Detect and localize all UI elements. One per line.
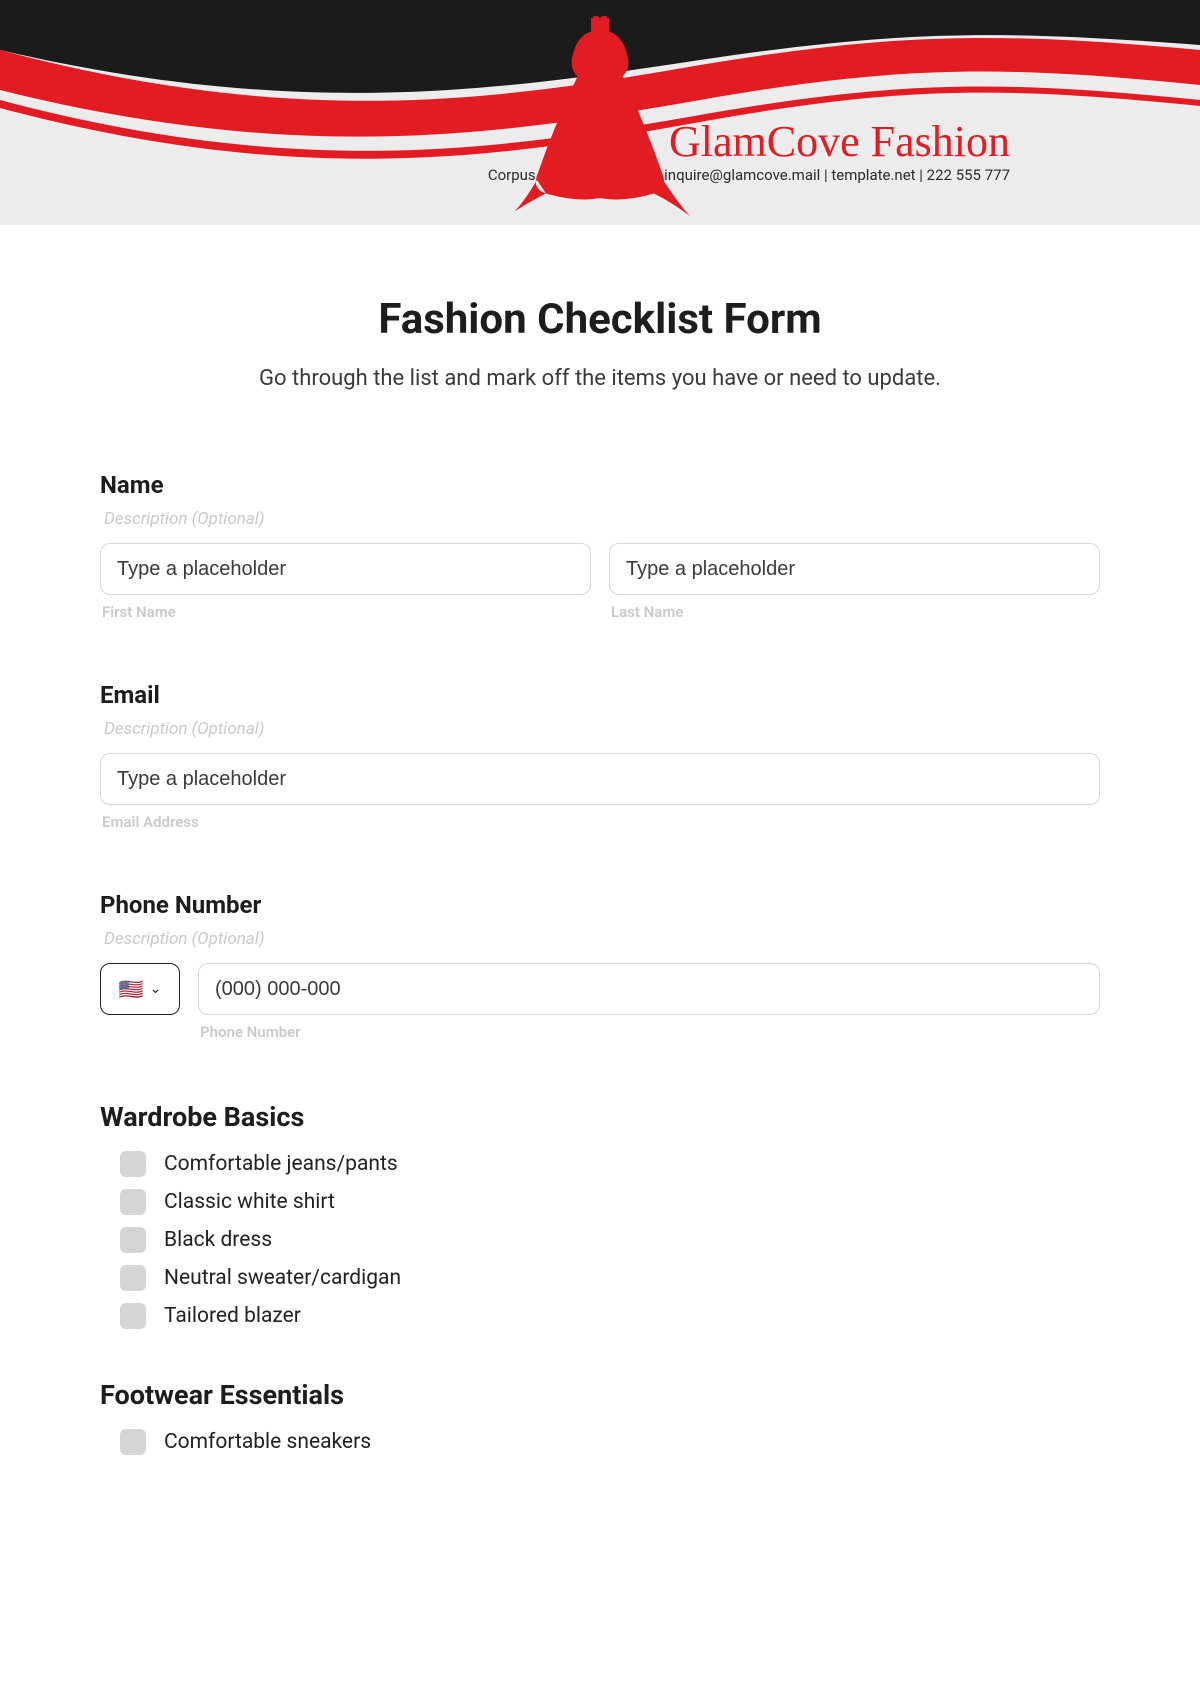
name-field-group: Name Description (Optional) First Name L… [100, 471, 1100, 621]
footwear-essentials-heading: Footwear Essentials [100, 1379, 1100, 1411]
name-description: Description (Optional) [100, 509, 1100, 529]
form-title: Fashion Checklist Form [100, 295, 1100, 344]
form-content: Fashion Checklist Form Go through the li… [0, 225, 1200, 1455]
checkbox-black-dress[interactable] [120, 1227, 146, 1253]
list-item: Black dress [120, 1227, 1100, 1253]
checkbox-label: Comfortable sneakers [164, 1430, 371, 1454]
list-item: Neutral sweater/cardigan [120, 1265, 1100, 1291]
email-input[interactable] [100, 753, 1100, 805]
phone-label: Phone Number [100, 891, 1100, 919]
wardrobe-basics-heading: Wardrobe Basics [100, 1101, 1100, 1133]
country-code-select[interactable]: 🇺🇸 ⌄ [100, 963, 180, 1015]
list-item: Comfortable sneakers [120, 1429, 1100, 1455]
list-item: Comfortable jeans/pants [120, 1151, 1100, 1177]
form-subtitle: Go through the list and mark off the ite… [100, 366, 1100, 391]
header-banner: GlamCove Fashion Corpus Christi, TX 7840… [0, 0, 1200, 225]
footwear-checklist: Comfortable sneakers [100, 1429, 1100, 1455]
checkbox-label: Tailored blazer [164, 1304, 301, 1328]
dress-logo-icon [0, 0, 1200, 225]
chevron-down-icon: ⌄ [150, 981, 162, 997]
last-name-sublabel: Last Name [609, 603, 1100, 621]
phone-description: Description (Optional) [100, 929, 1100, 949]
checkbox-blazer[interactable] [120, 1303, 146, 1329]
last-name-input[interactable] [609, 543, 1100, 595]
list-item: Classic white shirt [120, 1189, 1100, 1215]
email-sublabel: Email Address [100, 813, 1100, 831]
first-name-input[interactable] [100, 543, 591, 595]
wardrobe-checklist: Comfortable jeans/pants Classic white sh… [100, 1151, 1100, 1329]
checkbox-sweater[interactable] [120, 1265, 146, 1291]
list-item: Tailored blazer [120, 1303, 1100, 1329]
phone-number-input[interactable] [198, 963, 1100, 1015]
email-label: Email [100, 681, 1100, 709]
checkbox-label: Black dress [164, 1228, 272, 1252]
checkbox-sneakers[interactable] [120, 1429, 146, 1455]
phone-sublabel: Phone Number [198, 1023, 1100, 1041]
checkbox-jeans[interactable] [120, 1151, 146, 1177]
first-name-sublabel: First Name [100, 603, 591, 621]
checkbox-white-shirt[interactable] [120, 1189, 146, 1215]
checkbox-label: Classic white shirt [164, 1190, 335, 1214]
email-description: Description (Optional) [100, 719, 1100, 739]
checkbox-label: Neutral sweater/cardigan [164, 1266, 401, 1290]
phone-field-group: Phone Number Description (Optional) 🇺🇸 ⌄… [100, 891, 1100, 1041]
us-flag-icon: 🇺🇸 [119, 979, 144, 999]
checkbox-label: Comfortable jeans/pants [164, 1152, 398, 1176]
name-label: Name [100, 471, 1100, 499]
email-field-group: Email Description (Optional) Email Addre… [100, 681, 1100, 831]
